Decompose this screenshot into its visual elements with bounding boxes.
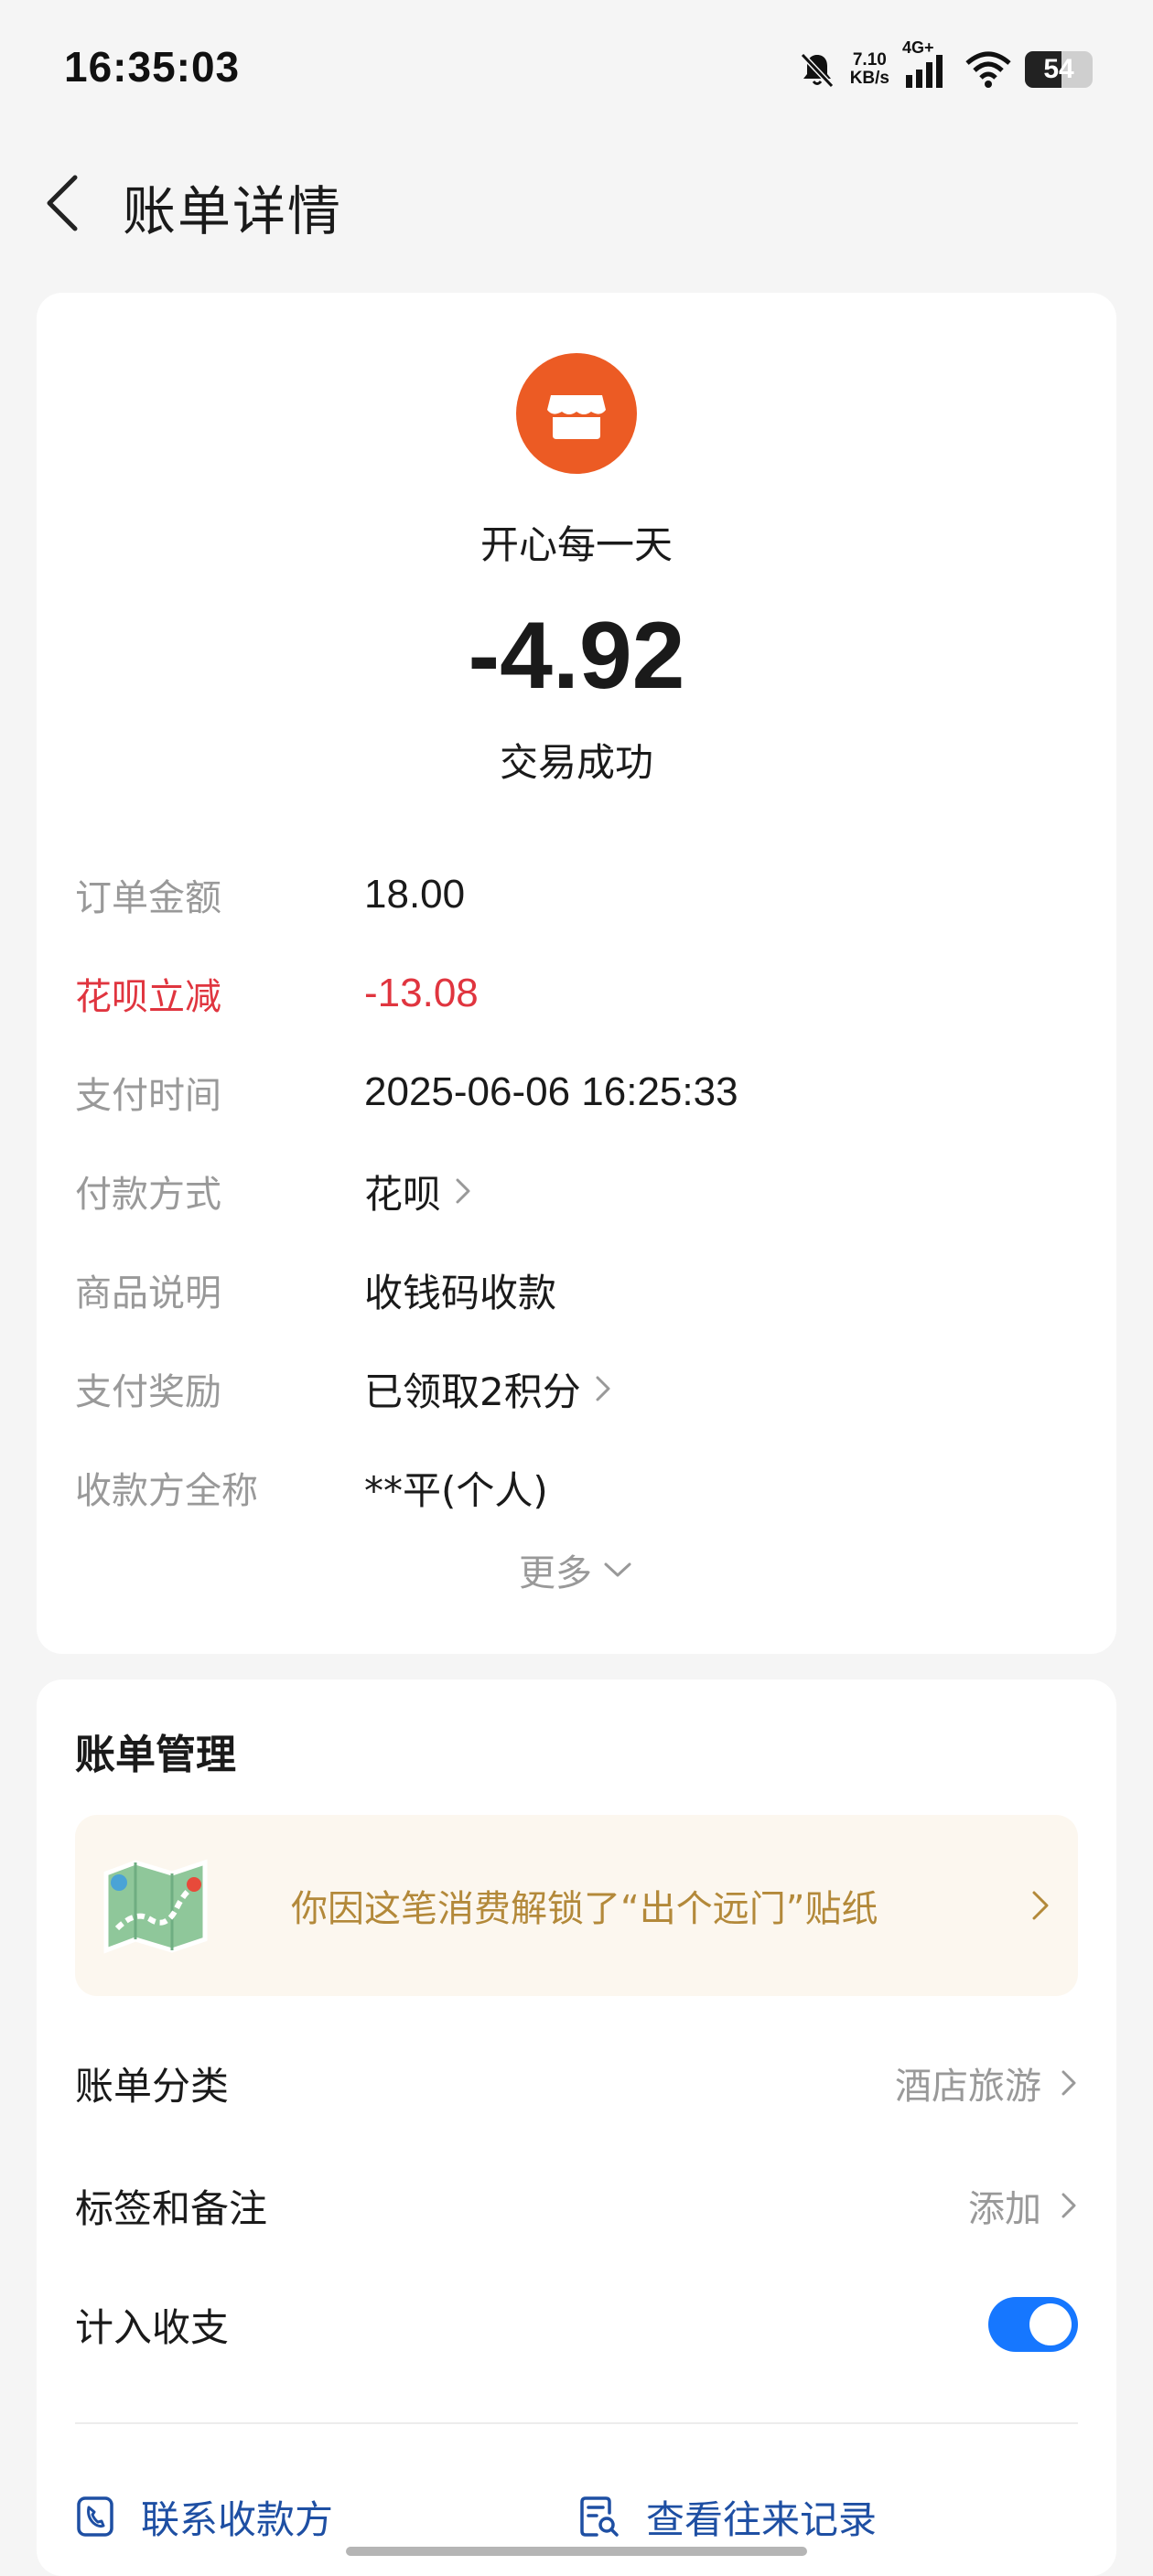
detail-value-link[interactable]: 已领取2积分 [364,1361,612,1417]
detail-row-pay-method[interactable]: 付款方式 花呗 [75,1164,1080,1218]
sticker-message: 你因这笔消费解锁了“出个远门”贴纸 [291,1888,878,1930]
transaction-status: 交易成功 [499,740,653,785]
detail-label: 商品说明 [75,1272,221,1315]
bill-category-value: 酒店旅游 [895,2066,1041,2108]
merchant-name: 开心每一天 [480,522,673,567]
detail-value: -13.08 [364,971,479,1015]
sticker-banner[interactable]: 你因这笔消费解锁了“出个远门”贴纸 [75,1815,1078,1996]
detail-value: 2025-06-06 16:25:33 [364,1069,738,1114]
detail-value-text: 花呗 [364,1171,442,1217]
action-label: 联系收款方 [141,2496,334,2542]
cellular-signal: 4G+ [902,38,952,90]
detail-row-payee-name: 收款方全称 **平(个人) [75,1460,1080,1515]
detail-row-huabei-discount: 花呗立减 -13.08 [75,966,1080,1021]
detail-value: **平(个人) [364,1467,548,1513]
row-value: 添加 [968,2179,1078,2232]
record-search-icon [580,2496,619,2537]
more-label: 更多 [519,1552,592,1594]
detail-label: 花呗立减 [75,976,221,1018]
detail-value: 18.00 [364,872,466,917]
row-label: 标签和备注 [75,2185,268,2231]
status-bar: 16:35:03 7.10 KB/s 4G+ 54 [0,0,1153,137]
status-icons: 7.10 KB/s 4G+ 54 [797,38,1093,93]
bell-off-icon [800,52,834,89]
signal-bars-icon [906,55,943,88]
detail-label: 订单金额 [75,877,221,919]
network-speed: 7.10 KB/s [850,51,889,88]
wifi-icon [965,51,1011,88]
home-indicator[interactable] [346,2547,807,2556]
more-button[interactable]: 更多 [37,1542,1116,1597]
chevron-right-icon [1061,2070,1076,2096]
bill-management-card: 账单管理 你因这笔消费解锁了“出个远门”贴纸 账单分类 酒店旅游 标签和备注 添… [37,1680,1116,2576]
chevron-right-icon [596,1376,610,1401]
chevron-left-icon [47,175,78,231]
toggle-knob [1029,2303,1072,2345]
row-label: 账单分类 [75,2063,230,2109]
detail-row-pay-reward[interactable]: 支付奖励 已领取2积分 [75,1361,1080,1416]
back-button[interactable] [37,166,92,240]
chevron-right-icon [456,1178,470,1204]
detail-row-order-amount: 订单金额 18.00 [75,867,1080,922]
nav-bar: 账单详情 [0,156,1153,247]
row-value: 酒店旅游 [895,2056,1078,2109]
battery-percent: 54 [1043,54,1074,84]
include-in-stats-row: 计入收支 [75,2292,1078,2356]
battery-indicator: 54 [1025,51,1093,88]
map-sticker-icon [103,1859,208,1954]
action-label: 查看往来记录 [646,2496,878,2542]
detail-row-pay-time: 支付时间 2025-06-06 16:25:33 [75,1065,1080,1120]
detail-value: 收钱码收款 [364,1270,557,1315]
chevron-down-icon [604,1562,631,1577]
network-speed-value: 7.10 [852,50,887,70]
include-in-stats-toggle[interactable] [988,2297,1078,2352]
status-time: 16:35:03 [64,43,241,91]
detail-label: 支付时间 [75,1075,221,1117]
detail-value-text: 已领取2积分 [364,1368,581,1414]
detail-label: 付款方式 [75,1174,221,1216]
detail-row-product-desc: 商品说明 收钱码收款 [75,1262,1080,1317]
chevron-right-icon [1061,2193,1076,2218]
tags-notes-row[interactable]: 标签和备注 添加 [75,2174,1078,2238]
network-speed-unit: KB/s [849,69,889,88]
shop-icon [516,353,637,474]
transaction-amount: -4.92 [468,603,685,709]
detail-label: 支付奖励 [75,1371,221,1413]
chevron-right-icon [1032,1891,1049,1920]
section-title: 账单管理 [75,1732,236,1778]
contact-payee-button[interactable]: 联系收款方 [75,2485,333,2549]
row-label: 计入收支 [75,2304,230,2350]
detail-value-link[interactable]: 花呗 [364,1164,472,1219]
bill-category-row[interactable]: 账单分类 酒店旅游 [75,2051,1078,2115]
view-history-button[interactable]: 查看往来记录 [576,2485,877,2549]
shop-icon-glyph [547,395,606,439]
transaction-card: 开心每一天 -4.92 交易成功 订单金额 18.00 花呗立减 -13.08 … [37,293,1116,1654]
detail-label: 收款方全称 [75,1470,258,1512]
page-title: 账单详情 [123,180,343,242]
tags-notes-value: 添加 [968,2188,1041,2230]
divider [75,2422,1078,2424]
phone-icon [77,2496,113,2537]
